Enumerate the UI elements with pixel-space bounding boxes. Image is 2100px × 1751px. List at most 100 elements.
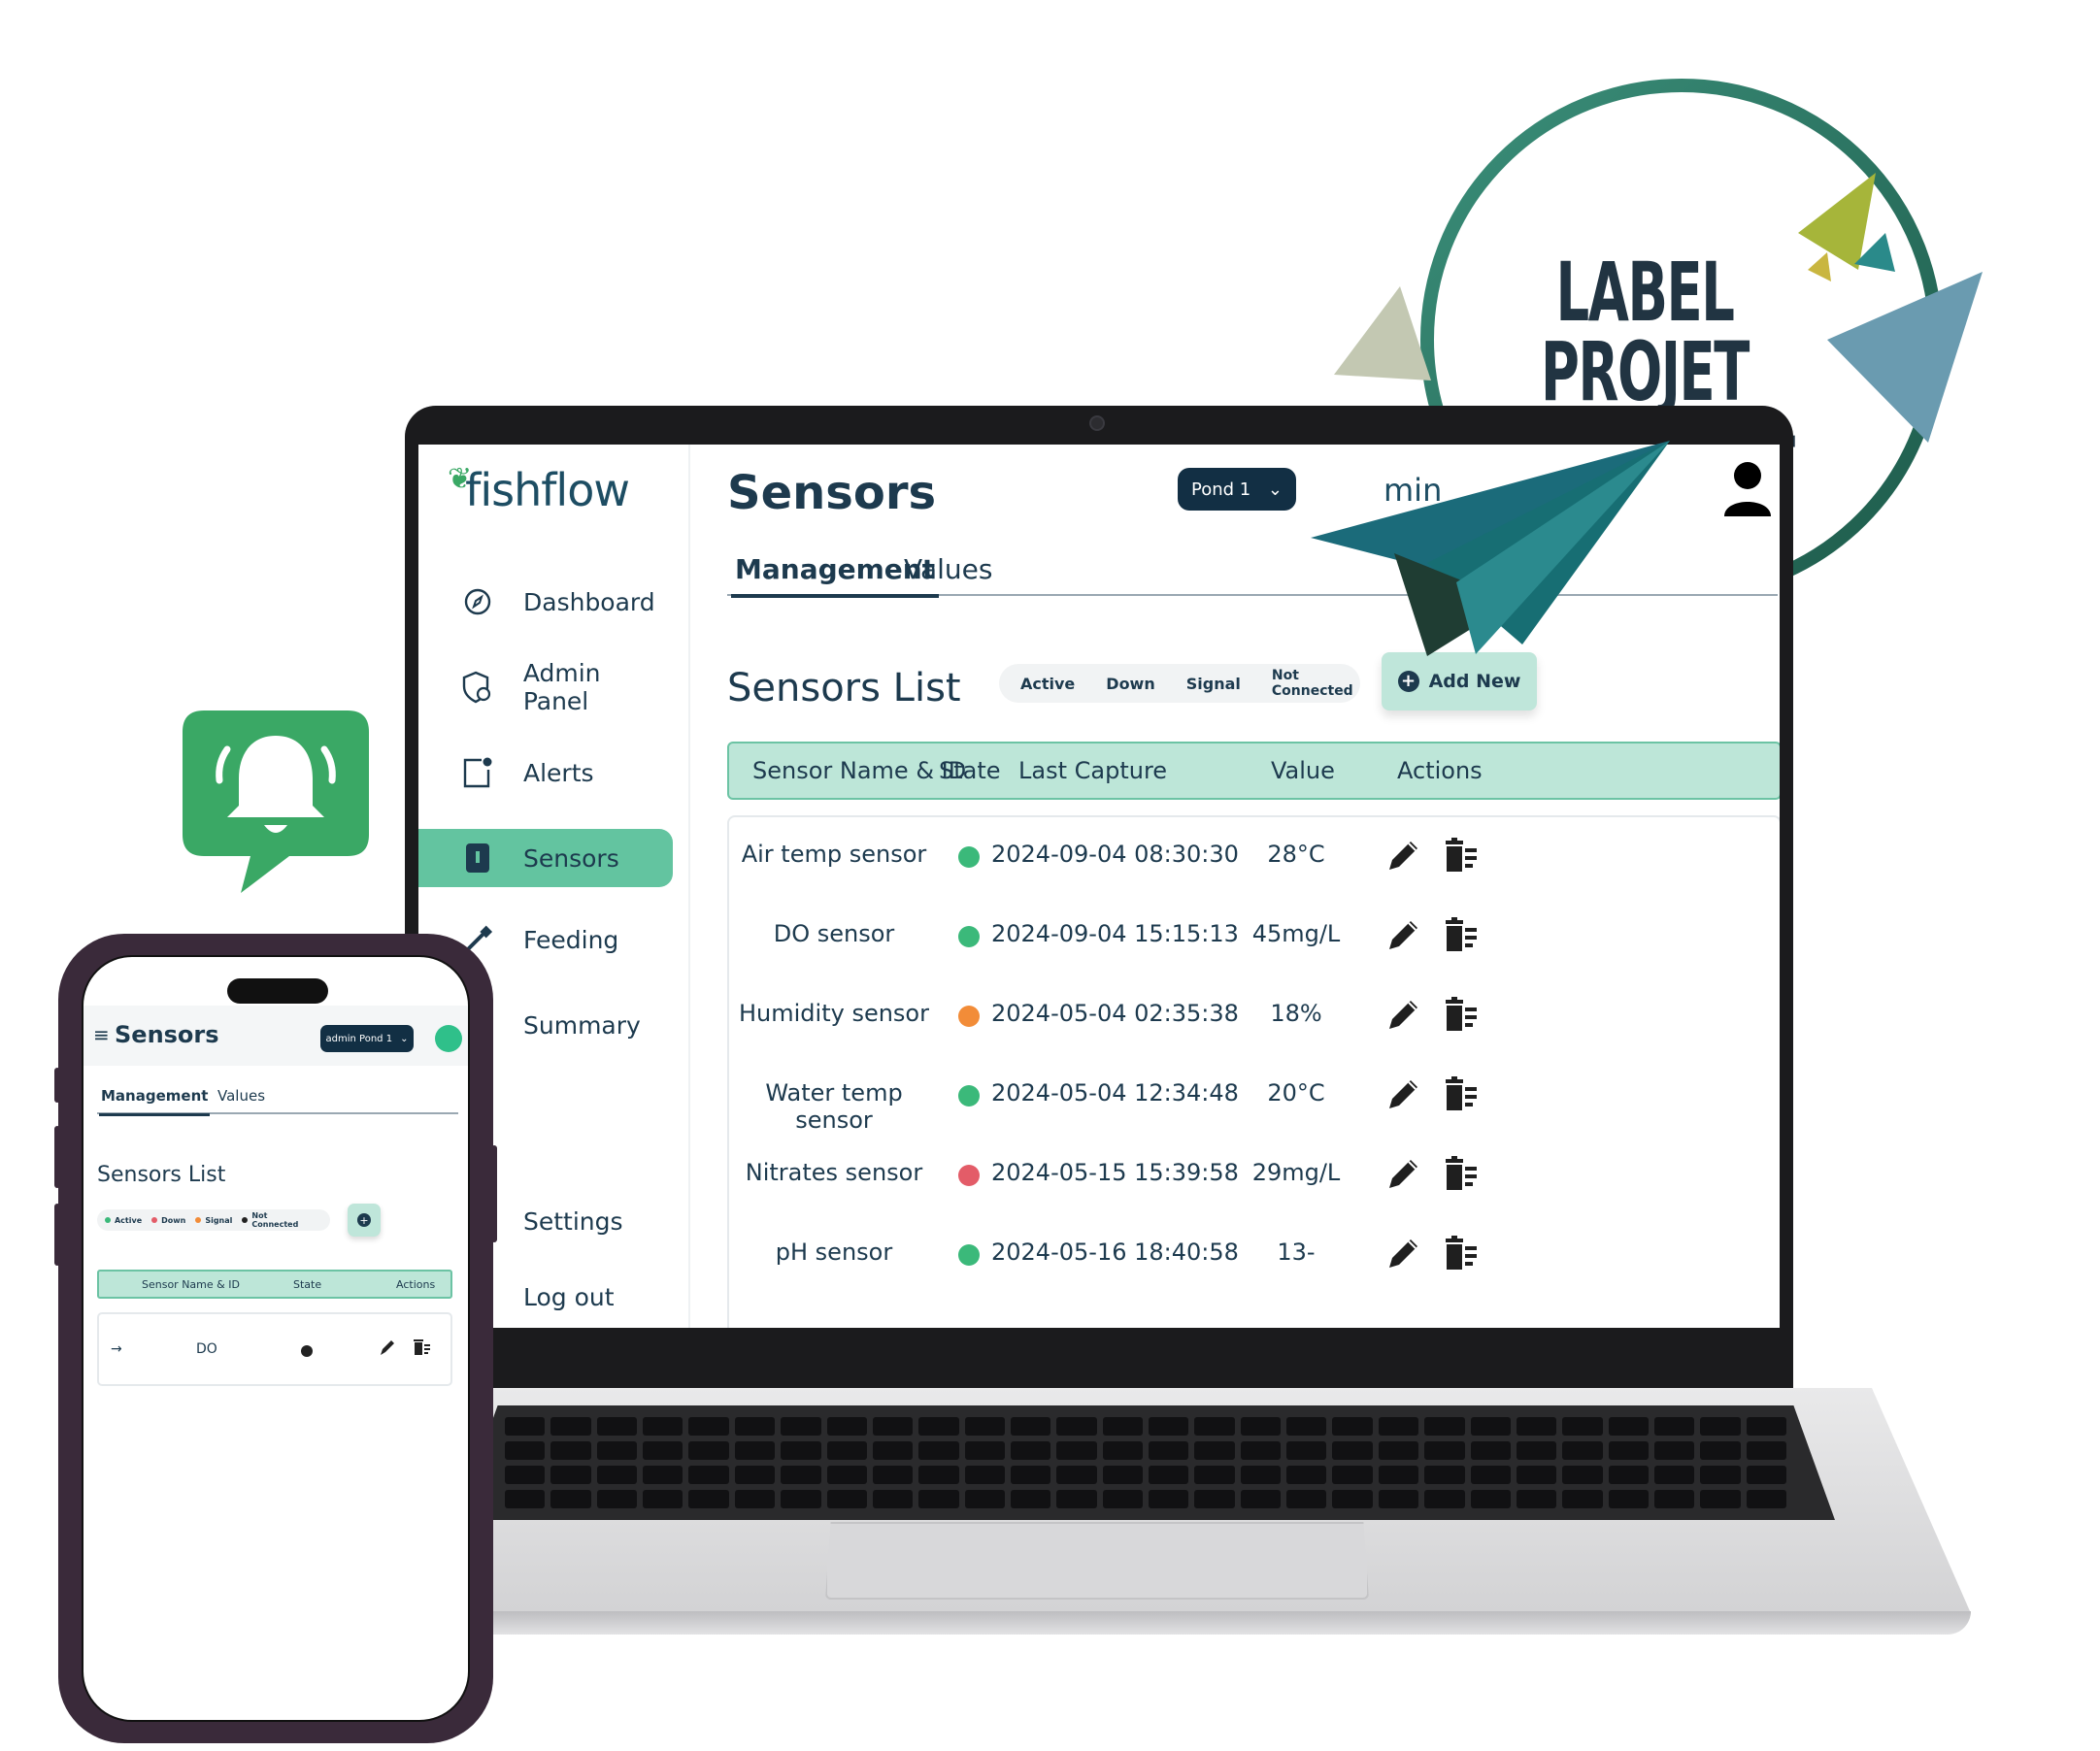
keyboard-key (734, 1466, 776, 1484)
sensors-table-body: Air temp sensor 2024-09-04 08:30:30 28°C DO… (727, 815, 1780, 1328)
keyboard-key (1240, 1466, 1282, 1484)
laptop-lip (320, 1611, 1971, 1635)
sensor-name: DO sensor (773, 920, 895, 947)
keyboard-key (1562, 1417, 1603, 1436)
keyboard-key (1746, 1490, 1786, 1508)
trackpad (825, 1522, 1369, 1600)
sensor-value: 20°C (1267, 1079, 1325, 1107)
phone-avatar-icon[interactable] (435, 1025, 462, 1052)
edit-icon[interactable] (1385, 837, 1420, 876)
delete-icon[interactable] (1442, 1075, 1479, 1114)
keyboard-key (781, 1441, 821, 1460)
keyboard-key (550, 1441, 591, 1460)
delete-icon[interactable] (1442, 996, 1479, 1035)
keyboard-key (964, 1441, 1005, 1460)
keyboard-key (1653, 1490, 1695, 1508)
delete-icon[interactable] (1442, 1235, 1479, 1273)
keyboard-key (734, 1441, 776, 1460)
sensors-list-title: Sensors List (727, 666, 961, 710)
sidebar-item-label: Dashboard (523, 587, 655, 616)
keyboard-key (1746, 1466, 1786, 1484)
keyboard-key (1700, 1417, 1741, 1436)
table-row: Water temp sensor 2024-05-04 12:34:48 20°C (729, 1066, 1780, 1134)
tab-values[interactable]: Values (904, 553, 992, 598)
phone-tab-values[interactable]: Values (217, 1087, 265, 1105)
keyboard-key (826, 1417, 867, 1436)
leaf-icon: ❦ (448, 462, 472, 496)
keyboard-key (643, 1417, 683, 1436)
keyboard-key (1470, 1466, 1511, 1484)
sidebar-item-sensors[interactable]: Sensors (418, 829, 673, 887)
sidebar-item-label: Feeding (523, 925, 619, 954)
keyboard-key (688, 1441, 729, 1460)
state-dot (958, 926, 980, 947)
keyboard-key (1746, 1441, 1786, 1460)
keyboard-key (1240, 1441, 1282, 1460)
keyboard-key (1424, 1466, 1465, 1484)
keyboard-key (918, 1441, 959, 1460)
phone-pond-select[interactable]: admin Pond 1 ⌄ (320, 1025, 414, 1052)
user-avatar-icon[interactable] (1721, 458, 1774, 520)
delete-icon[interactable] (1442, 837, 1479, 876)
keyboard-key (1470, 1441, 1511, 1460)
keyboard-key (826, 1441, 867, 1460)
keyboard-key (1653, 1466, 1695, 1484)
keyboard-key (964, 1490, 1005, 1508)
legend-label: Signal (205, 1215, 233, 1225)
edit-icon[interactable] (1385, 1075, 1420, 1114)
keyboard-key (688, 1466, 729, 1484)
add-new-button[interactable]: + Add New (1382, 652, 1537, 710)
expand-arrow-icon[interactable]: → (111, 1341, 122, 1357)
state-dot (958, 1165, 980, 1186)
chevron-down-icon: ⌄ (1267, 479, 1283, 500)
pond-select[interactable]: Pond 1 ⌄ (1178, 468, 1296, 511)
phone-add-button[interactable]: + (348, 1204, 381, 1237)
phone-page-title: Sensors (115, 1021, 219, 1048)
keyboard-key (964, 1417, 1005, 1436)
phone-table-row[interactable]: → DO (97, 1312, 452, 1386)
edit-icon[interactable] (1385, 996, 1420, 1035)
sidebar-item-alerts[interactable]: Alerts (418, 743, 673, 802)
phone-tab-management[interactable]: Management (99, 1087, 211, 1116)
keyboard-key (1608, 1417, 1649, 1436)
keyboard-key (1562, 1466, 1603, 1484)
keyboard-key (1056, 1417, 1097, 1436)
phone-side-button (54, 1068, 60, 1103)
delete-icon[interactable] (1442, 1155, 1479, 1194)
edit-icon[interactable] (1385, 1155, 1420, 1194)
plus-icon: + (1397, 671, 1419, 692)
keyboard-key (872, 1490, 914, 1508)
sidebar-item-admin-panel[interactable]: Admin Panel (418, 658, 673, 716)
keyboard-key (1056, 1490, 1097, 1508)
keyboard-key (1332, 1490, 1373, 1508)
keyboard-key (1240, 1490, 1282, 1508)
state-dot (958, 1244, 980, 1266)
keyboard-key (1516, 1490, 1557, 1508)
last-capture: 2024-05-15 15:39:58 (991, 1159, 1239, 1186)
delete-icon[interactable] (1442, 916, 1479, 955)
legend-label: Active (1020, 674, 1076, 693)
phone-state-legend: Active Down Signal Not Connected (97, 1209, 330, 1231)
last-capture: 2024-05-04 02:35:38 (991, 1000, 1239, 1027)
column-header: Sensor Name & ID (752, 757, 967, 784)
fishflow-logo[interactable]: ❦fishflow (448, 462, 630, 516)
sidebar-item-dashboard[interactable]: Dashboard (418, 573, 673, 631)
keyboard-key (1516, 1466, 1557, 1484)
keyboard-key (596, 1417, 638, 1436)
keyboard-key (1240, 1417, 1282, 1436)
keyboard-key (596, 1490, 638, 1508)
edit-icon[interactable] (1385, 1235, 1420, 1273)
keyboard-key (1516, 1417, 1557, 1436)
keyboard-key (1286, 1441, 1327, 1460)
edit-icon[interactable] (1385, 916, 1420, 955)
table-row: DO sensor 2024-09-04 15:15:13 45mg/L (729, 907, 1780, 965)
hamburger-menu-icon[interactable]: ≡ (93, 1023, 110, 1046)
edit-icon[interactable] (379, 1338, 396, 1361)
keyboard-key (1700, 1466, 1741, 1484)
delete-icon[interactable] (412, 1338, 431, 1361)
keyboard-key (1378, 1417, 1419, 1436)
keyboard-key (1149, 1466, 1189, 1484)
state-dot (958, 1006, 980, 1027)
alert-window-icon (461, 756, 494, 789)
keyboard-key (872, 1417, 914, 1436)
